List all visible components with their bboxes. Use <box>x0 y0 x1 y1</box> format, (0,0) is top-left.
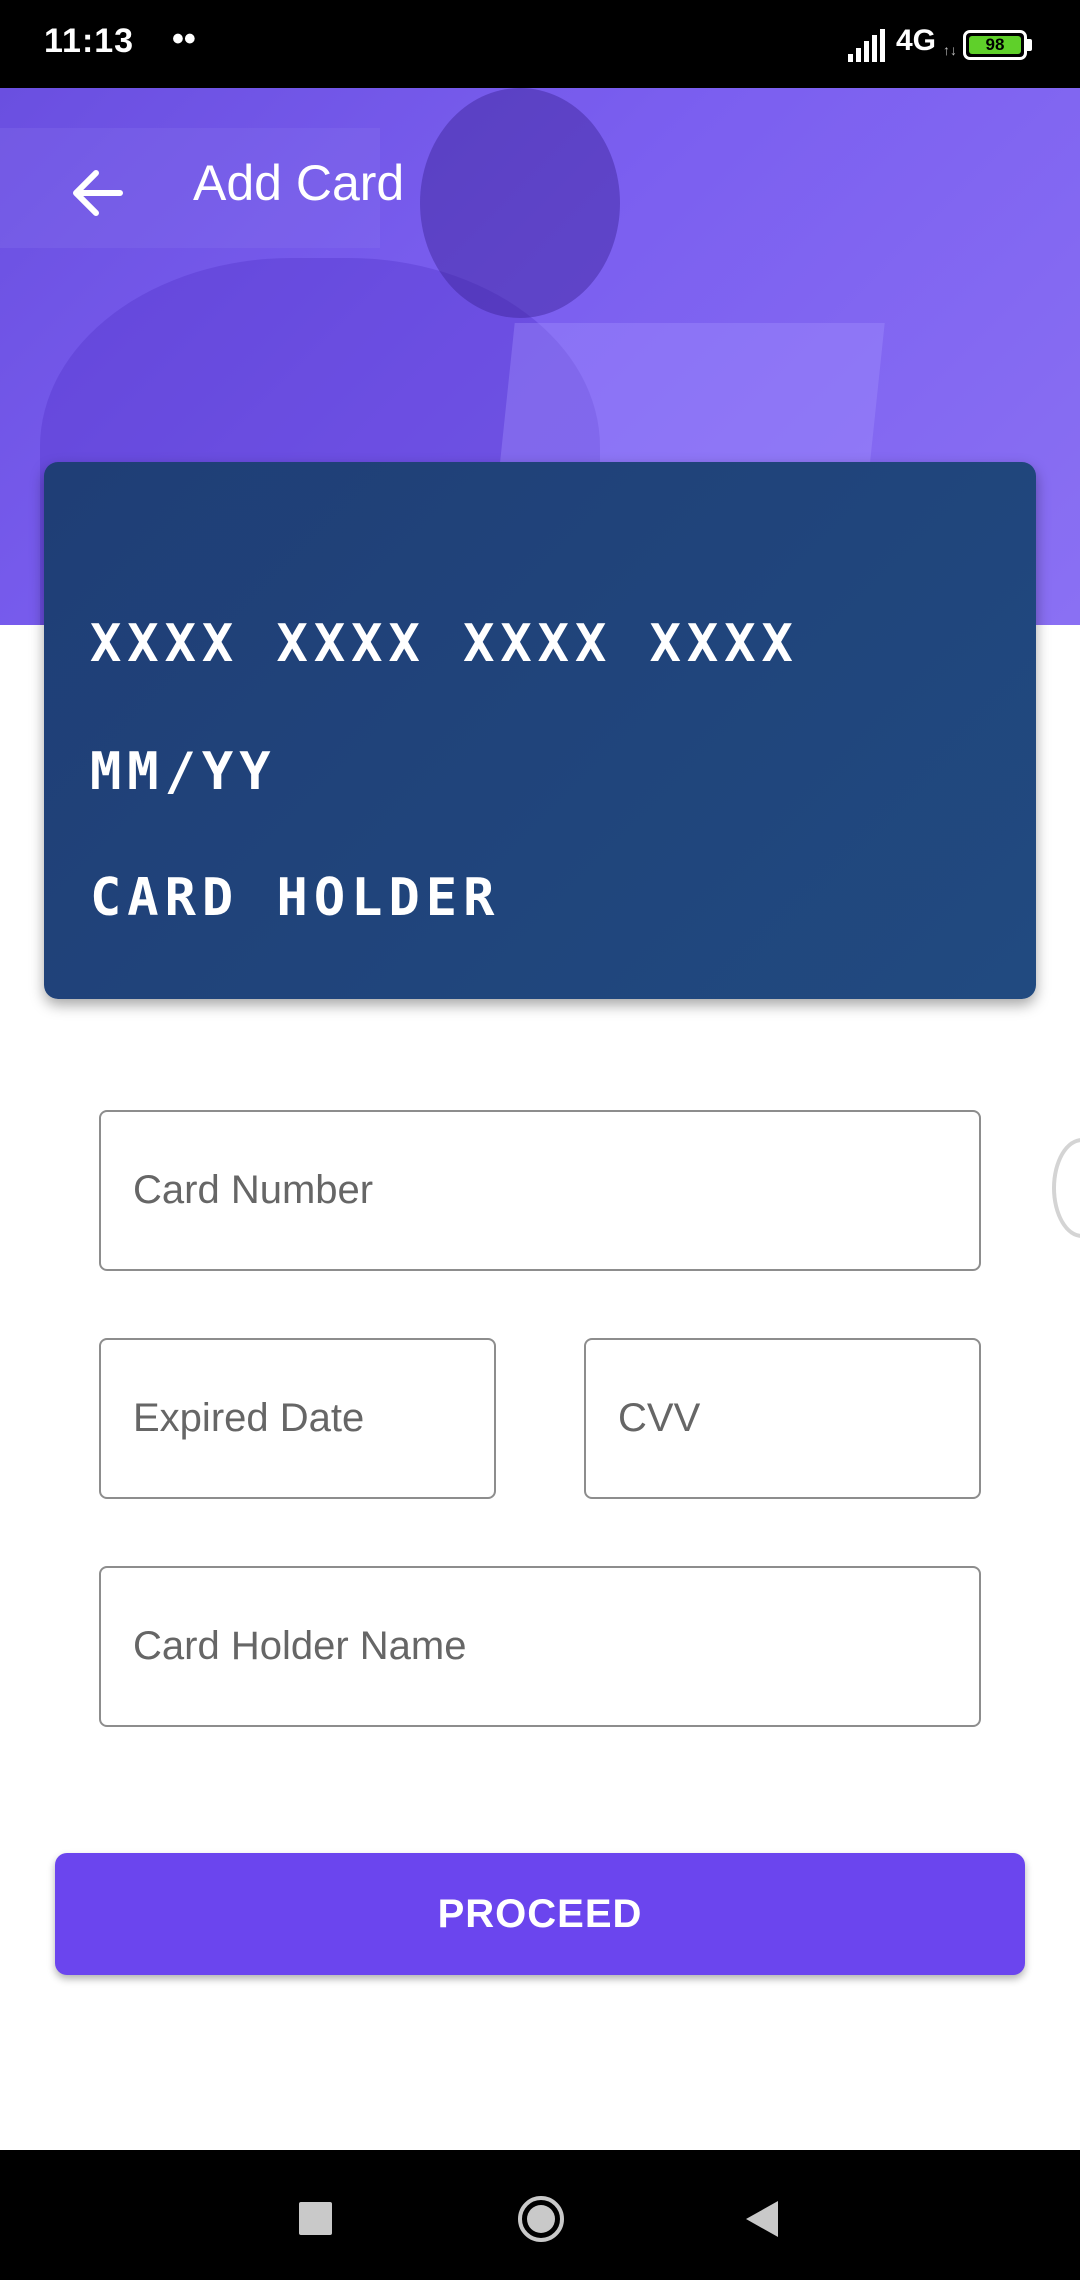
status-bar: 11:13 •• 4G ↑↓ 98 <box>0 0 1080 88</box>
background-person-head <box>420 88 620 318</box>
triangle-back-icon[interactable] <box>742 2198 782 2240</box>
card-preview-expiry: MM/YY <box>90 742 277 802</box>
side-handle[interactable] <box>1052 1138 1080 1238</box>
battery-level: 98 <box>969 36 1021 54</box>
card-preview-number: XXXX XXXX XXXX XXXX <box>90 614 799 674</box>
expired-date-input[interactable]: Expired Date <box>99 1338 496 1499</box>
battery-tip <box>1027 39 1032 51</box>
card-number-input[interactable]: Card Number <box>99 1110 981 1271</box>
notification-dots: •• <box>172 20 196 58</box>
cvv-placeholder: CVV <box>618 1396 701 1440</box>
data-activity-icon: ↑↓ <box>943 42 957 58</box>
card-number-placeholder: Card Number <box>133 1168 374 1212</box>
proceed-label: PROCEED <box>437 1891 643 1936</box>
square-icon[interactable] <box>299 2202 332 2235</box>
cvv-input[interactable]: CVV <box>584 1338 981 1499</box>
network-type: 4G <box>896 24 937 57</box>
card-preview: XXXX XXXX XXXX XXXX MM/YY CARD HOLDER <box>44 462 1036 999</box>
proceed-button[interactable]: PROCEED <box>55 1853 1025 1975</box>
card-preview-holder: CARD HOLDER <box>90 868 501 928</box>
expired-date-placeholder: Expired Date <box>133 1396 365 1440</box>
battery-icon: 98 <box>963 30 1027 60</box>
card-holder-name-input[interactable]: Card Holder Name <box>99 1566 981 1727</box>
page-title: Add Card <box>193 155 405 211</box>
signal-icon <box>848 29 885 62</box>
card-holder-name-placeholder: Card Holder Name <box>133 1624 467 1668</box>
circle-home-icon[interactable] <box>516 2194 566 2244</box>
status-time: 11:13 <box>44 22 135 60</box>
system-nav-bar <box>0 2150 1080 2280</box>
back-arrow-icon[interactable] <box>62 158 132 228</box>
